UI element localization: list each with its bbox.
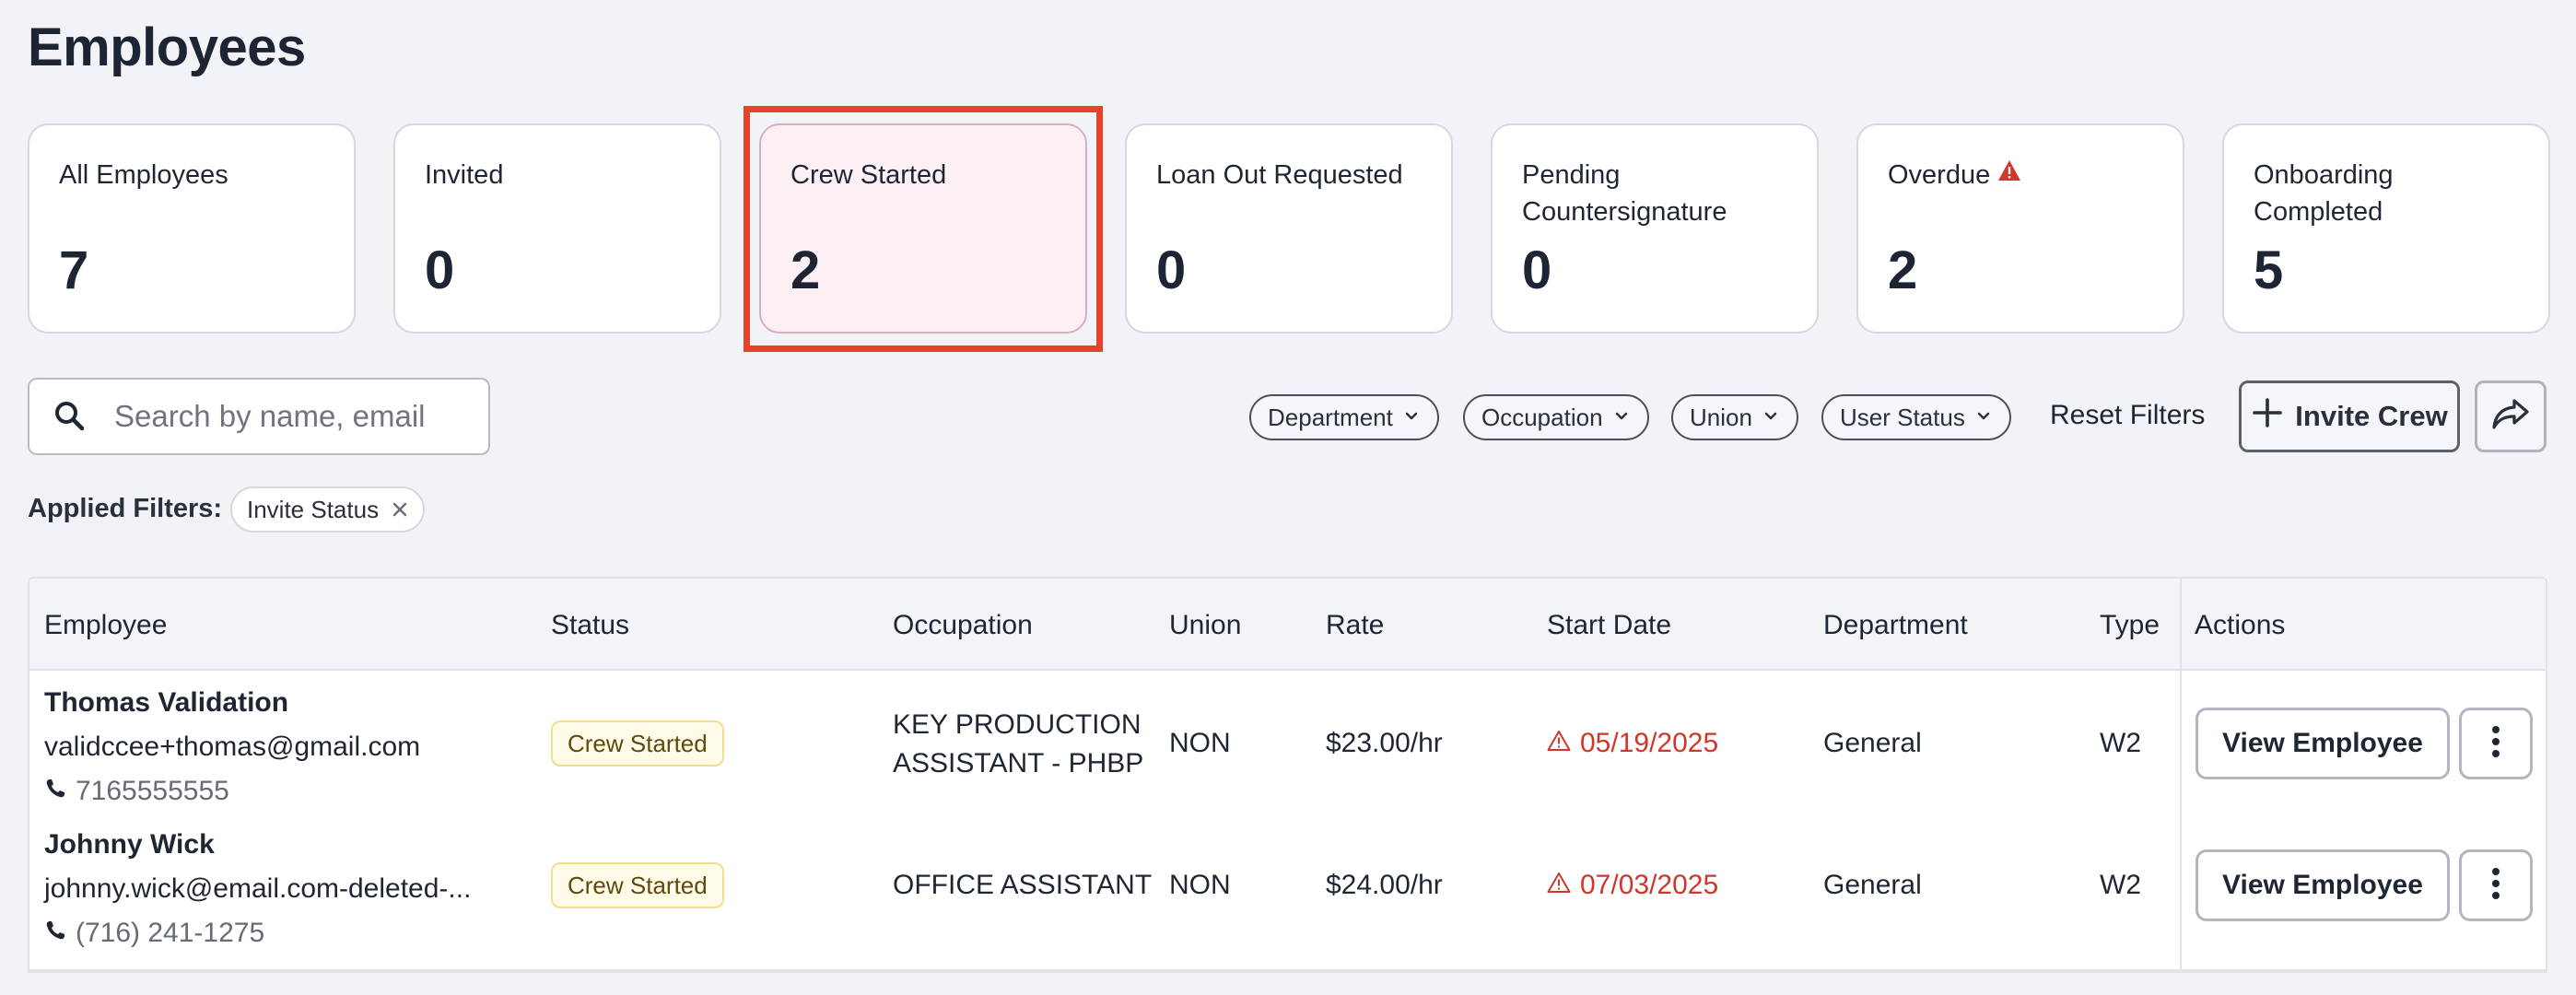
more-actions-button[interactable] — [2459, 849, 2533, 921]
table-row: Thomas Validation validccee+thomas@gmail… — [29, 673, 2546, 814]
employee-phone-row: (716) 241-1275 — [44, 914, 264, 953]
share-button[interactable] — [2475, 380, 2547, 452]
card-label: Invited — [425, 160, 504, 190]
column-header-actions: Actions — [2195, 610, 2286, 640]
more-actions-button[interactable] — [2459, 708, 2533, 779]
filter-label: User Status — [1840, 403, 1965, 431]
card-value: 0 — [1522, 240, 1552, 300]
card-invited[interactable]: Invited 0 — [393, 123, 721, 334]
close-icon[interactable] — [392, 496, 408, 524]
chevron-down-icon — [1402, 404, 1421, 432]
card-pending-countersignature[interactable]: Pending Countersignature 0 — [1491, 123, 1819, 334]
column-header-department[interactable]: Department — [1823, 610, 1968, 641]
occupation-line-2: ASSISTANT - PHBP — [893, 748, 1144, 778]
column-header-employee[interactable]: Employee — [44, 610, 167, 641]
occupation-line-1: OFFICE ASSISTANT — [893, 870, 1153, 900]
search-box[interactable] — [28, 378, 490, 455]
status-cards: All Employees 7 Invited 0 Crew Started 2… — [28, 123, 2550, 334]
reset-filters-button[interactable]: Reset Filters — [2050, 400, 2205, 431]
table-row: Johnny Wick johnny.wick@email.com-delete… — [29, 814, 2546, 956]
type-value: W2 — [2100, 870, 2141, 900]
filter-label: Occupation — [1481, 403, 1603, 431]
search-input[interactable] — [114, 392, 474, 440]
column-header-occupation[interactable]: Occupation — [893, 610, 1033, 641]
chevron-down-icon — [1762, 404, 1780, 432]
card-overdue[interactable]: Overdue 2 — [1856, 123, 2184, 334]
employee-name[interactable]: Thomas Validation — [44, 684, 288, 722]
plus-icon — [2251, 396, 2284, 437]
start-date-cell: 07/03/2025 — [1547, 866, 1718, 905]
column-header-start-date[interactable]: Start Date — [1547, 610, 1671, 641]
column-header-status[interactable]: Status — [551, 610, 629, 641]
more-vertical-icon — [2491, 723, 2500, 765]
card-label: All Employees — [59, 160, 228, 190]
filter-label: Department — [1268, 403, 1393, 431]
warning-icon — [1997, 155, 2021, 192]
invite-crew-label: Invite Crew — [2295, 400, 2448, 432]
union-value: NON — [1169, 728, 1231, 758]
occupation-line-1: KEY PRODUCTION — [893, 709, 1142, 740]
filter-label: Union — [1690, 403, 1752, 431]
rate-value: $23.00/hr — [1326, 728, 1443, 758]
rate-value: $24.00/hr — [1326, 870, 1443, 900]
card-label: Onboarding Completed — [2254, 160, 2394, 227]
employees-table: Employee Status Occupation Union Rate St… — [28, 577, 2547, 971]
filter-department[interactable]: Department — [1249, 394, 1439, 440]
card-value: 2 — [790, 240, 821, 300]
card-onboarding-completed[interactable]: Onboarding Completed 5 — [2222, 123, 2550, 334]
card-label-row: Overdue — [1888, 157, 2153, 193]
invite-crew-button[interactable]: Invite Crew — [2239, 380, 2460, 452]
table-bottom-border — [28, 971, 2547, 973]
card-value: 0 — [425, 240, 455, 300]
search-icon — [52, 398, 88, 435]
union-value: NON — [1169, 870, 1231, 900]
share-icon — [2490, 396, 2531, 438]
employee-name[interactable]: Johnny Wick — [44, 825, 215, 864]
employee-phone: (716) 241-1275 — [76, 918, 265, 948]
table-header: Employee Status Occupation Union Rate St… — [29, 579, 2546, 671]
warning-outline-icon — [1547, 866, 1571, 905]
start-date-value: 05/19/2025 — [1580, 728, 1719, 758]
warning-outline-icon — [1547, 724, 1571, 763]
card-label: Overdue — [1888, 160, 1991, 190]
filter-user-status[interactable]: User Status — [1821, 394, 2011, 440]
start-date-value: 07/03/2025 — [1580, 870, 1719, 900]
chip-label: Invite Status — [247, 495, 380, 523]
column-header-type[interactable]: Type — [2100, 610, 2160, 641]
column-header-union[interactable]: Union — [1169, 610, 1241, 641]
employee-email: johnny.wick@email.com-deleted-... — [44, 873, 472, 904]
employee-phone: 7165555555 — [76, 776, 229, 806]
status-badge: Crew Started — [551, 862, 724, 908]
card-value: 5 — [2254, 240, 2284, 300]
department-value: General — [1823, 728, 1922, 758]
status-badge: Crew Started — [551, 720, 724, 767]
filter-union[interactable]: Union — [1671, 394, 1798, 440]
chevron-down-icon — [1612, 404, 1631, 432]
phone-icon — [44, 914, 66, 953]
card-label: Pending Countersignature — [1522, 160, 1727, 227]
phone-icon — [44, 772, 66, 811]
type-value: W2 — [2100, 728, 2141, 758]
chevron-down-icon — [1974, 404, 1993, 432]
card-label: Crew Started — [790, 160, 947, 190]
filter-occupation[interactable]: Occupation — [1463, 394, 1649, 440]
department-value: General — [1823, 870, 1922, 900]
view-employee-button[interactable]: View Employee — [2195, 849, 2450, 921]
start-date-cell: 05/19/2025 — [1547, 724, 1718, 763]
applied-filter-chip: Invite Status — [230, 486, 426, 533]
card-loan-out-requested[interactable]: Loan Out Requested 0 — [1125, 123, 1453, 334]
view-employee-button[interactable]: View Employee — [2195, 708, 2450, 779]
employee-email: validccee+thomas@gmail.com — [44, 732, 421, 762]
column-header-rate[interactable]: Rate — [1326, 610, 1384, 641]
more-vertical-icon — [2491, 865, 2500, 907]
card-crew-started[interactable]: Crew Started 2 — [759, 123, 1087, 334]
card-value: 0 — [1156, 240, 1187, 300]
card-label: Loan Out Requested — [1156, 160, 1403, 190]
page-title: Employees — [28, 18, 306, 77]
employee-phone-row: 7165555555 — [44, 772, 229, 811]
card-value: 7 — [59, 240, 89, 300]
card-all-employees[interactable]: All Employees 7 — [28, 123, 356, 334]
applied-filters-label: Applied Filters: — [28, 494, 223, 523]
card-value: 2 — [1888, 240, 1918, 300]
